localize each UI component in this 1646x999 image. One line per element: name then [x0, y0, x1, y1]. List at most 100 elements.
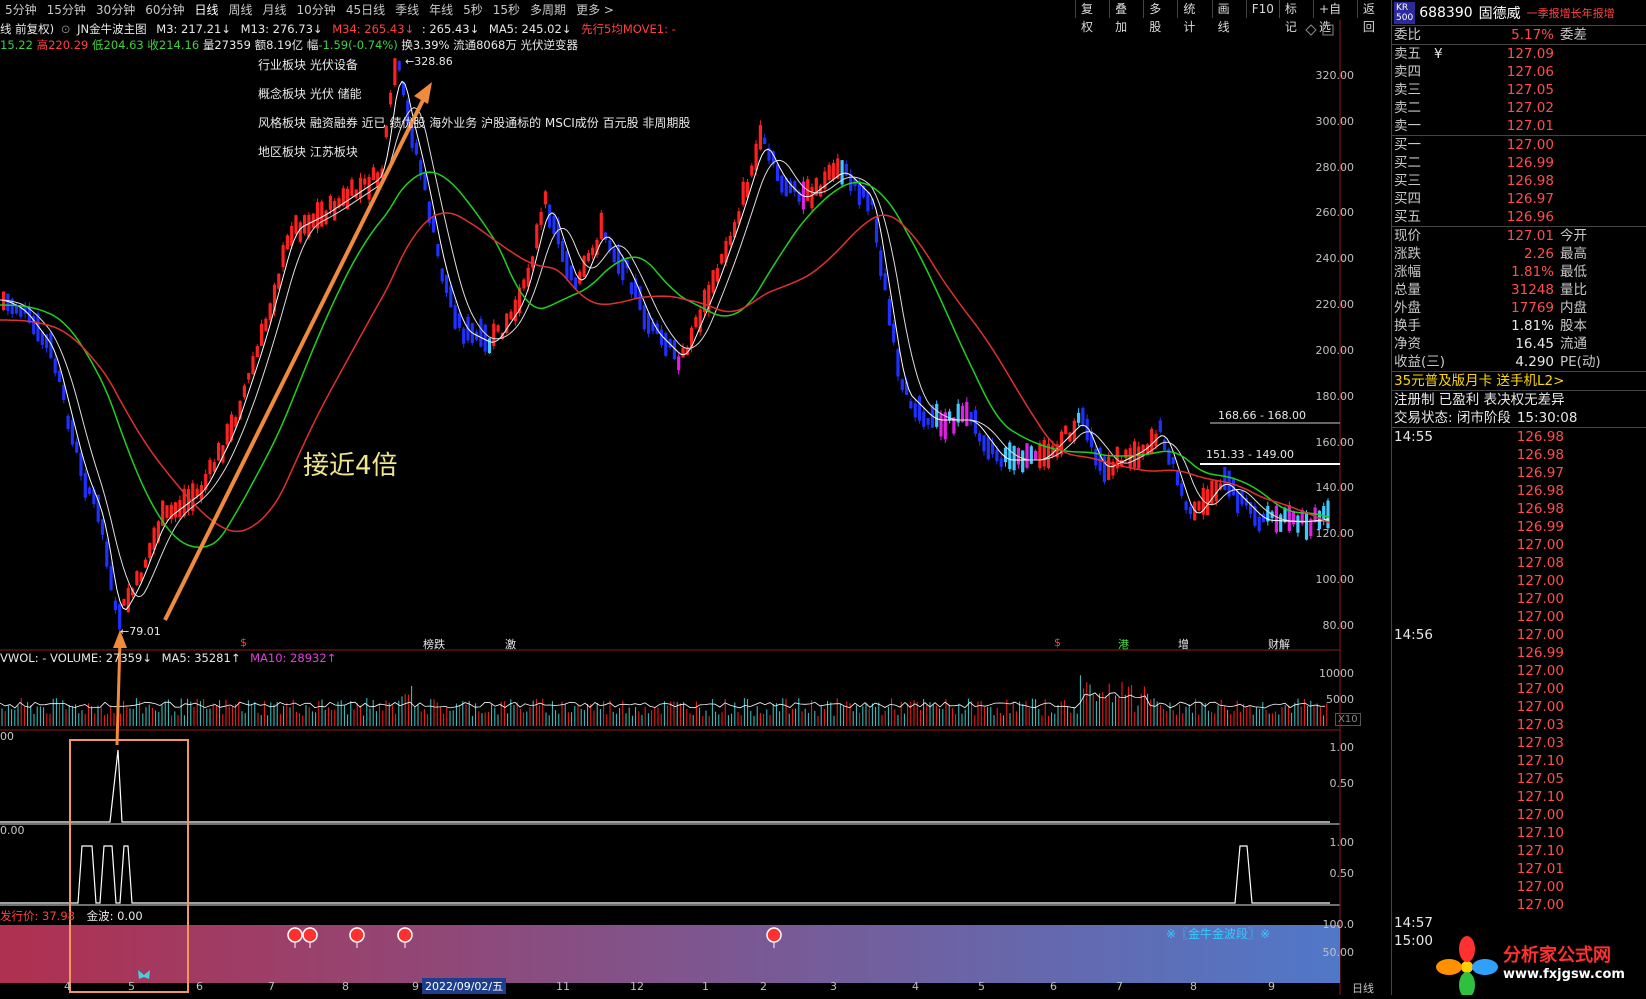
tick-row: 127.01 [1392, 860, 1646, 878]
sell-row[interactable]: 卖五 ¥127.09 [1392, 45, 1646, 63]
stat-label-2: 量比 [1560, 282, 1587, 298]
kline-chart[interactable] [0, 0, 1391, 995]
tick-row: 127.03 [1392, 716, 1646, 734]
tick-price: 126.97 [1516, 465, 1564, 481]
event-marker-4[interactable]: 港 [1118, 636, 1129, 652]
x-tick: 9 [1268, 980, 1275, 993]
tick-time [1392, 482, 1484, 500]
sell-row[interactable]: 卖一 127.01 [1392, 117, 1646, 135]
buy-row[interactable]: 买二 126.99 [1392, 154, 1646, 172]
buy-price: 126.96 [1506, 209, 1554, 225]
tick-time [1392, 536, 1484, 554]
stock-name[interactable]: 固德威 [1479, 3, 1521, 23]
buy-row[interactable]: 买三 126.98 [1392, 172, 1646, 190]
sell-row[interactable]: 卖四 127.06 [1392, 63, 1646, 81]
tick-price: 127.00 [1516, 573, 1564, 589]
vol-a: VWOL: - VOLUME: 27359↓ [0, 651, 152, 665]
tick-price: 127.00 [1516, 807, 1564, 823]
tick-time [1392, 500, 1484, 518]
event-marker-3[interactable]: $ [1054, 636, 1061, 649]
stat-label-2: 内盘 [1560, 300, 1587, 316]
event-marker-2[interactable]: 激 [505, 636, 516, 652]
stat-row: 总量 31248 量比 [1392, 281, 1646, 299]
tick-row: 127.00 [1392, 698, 1646, 716]
stat-label: 涨跌 [1394, 246, 1421, 262]
stat-row: 换手 1.81% 股本 [1392, 317, 1646, 335]
y-tick: 160.00 [1315, 435, 1355, 449]
buy-price: 127.00 [1506, 137, 1554, 153]
buy-price: 126.99 [1506, 155, 1554, 171]
event-marker-0[interactable]: $ [240, 636, 247, 649]
promo-row-1[interactable]: 35元普及版月卡 送手机L2> [1392, 372, 1646, 391]
event-marker-1[interactable]: 榜跌 [423, 636, 445, 652]
sell-book: 卖五 ¥127.09 卖四 127.06 卖三 127.05 卖二 127.02 卖一 127.0… [1392, 45, 1646, 136]
tick-list[interactable]: 14:55 126.98 126.98 126.97 126.98 126.98 126.9… [1392, 428, 1646, 950]
issue-price: 发行价: 37.98 [0, 909, 75, 923]
weicha-label: 委差 [1560, 27, 1587, 43]
sell-row[interactable]: 卖三 127.05 [1392, 81, 1646, 99]
sector-region: 地区板块 江苏板块 [258, 145, 358, 159]
tick-price: 126.98 [1516, 483, 1564, 499]
tick-price: 127.00 [1516, 627, 1564, 643]
tick-time [1392, 446, 1484, 464]
yen-icon: ¥ [1434, 46, 1443, 62]
x-tick: 7 [268, 980, 275, 993]
stat-label: 外盘 [1394, 300, 1421, 316]
tick-time [1392, 590, 1484, 608]
tick-row: 126.98 [1392, 482, 1646, 500]
x-tick: 7 [1116, 980, 1123, 993]
tick-row: 126.98 [1392, 446, 1646, 464]
tick-time [1392, 770, 1484, 788]
sell-row[interactable]: 卖二 127.02 [1392, 99, 1646, 117]
tick-row: 127.00 [1392, 896, 1646, 914]
tick-row: 126.99 [1392, 518, 1646, 536]
tick-price: 126.99 [1516, 519, 1564, 535]
tick-price: 127.03 [1516, 735, 1564, 751]
stat-label: 收益(三) [1394, 354, 1446, 370]
buy-row[interactable]: 买四 126.97 [1392, 190, 1646, 208]
tick-price [1484, 914, 1564, 932]
y-tick: 100.0 [1322, 918, 1355, 931]
promo-text-1[interactable]: 35元普及版月卡 送手机L2> [1394, 372, 1564, 390]
ad-text[interactable]: 一季报增长年报增 [1527, 5, 1615, 21]
y-tick: 10000 [1319, 667, 1354, 680]
promo-row-2[interactable]: 注册制 已盈利 表决权无差异 [1392, 391, 1646, 409]
tick-price: 126.98 [1516, 447, 1564, 463]
stat-label-2: 流通 [1560, 336, 1587, 352]
status-label: 交易状态: 闭市阶段 [1394, 410, 1511, 426]
ind-a-label: 00 [0, 730, 14, 743]
tick-row: 127.00 [1392, 680, 1646, 698]
tick-time [1392, 644, 1484, 662]
buy-row[interactable]: 买五 126.96 [1392, 208, 1646, 226]
stat-label: 换手 [1394, 318, 1421, 334]
x-tick: 11 [556, 980, 570, 993]
weibi-row: 委比 5.17% 委差 [1392, 26, 1646, 45]
ind2-header: 发行价: 37.98 金波: 0.00 [0, 908, 143, 924]
event-marker-6[interactable]: 财解 [1268, 636, 1290, 652]
tick-row: 126.97 [1392, 464, 1646, 482]
sell-label: 卖四 [1394, 64, 1421, 80]
x-tick: 8 [1190, 980, 1197, 993]
y-tick: 50.00 [1322, 946, 1355, 959]
tick-time [1392, 662, 1484, 680]
sector-industry: 行业板块 光伏设备 [258, 58, 358, 72]
sector-style: 风格板块 融资融券 近已 绩优股 海外业务 沪股通标的 MSCI成份 百元股 非… [258, 116, 691, 130]
tick-time [1392, 734, 1484, 752]
event-marker-5[interactable]: 增 [1178, 636, 1189, 652]
stat-label-2: 最低 [1560, 264, 1587, 280]
tick-row: 127.10 [1392, 752, 1646, 770]
volume-scale-badge[interactable]: X10 [1335, 713, 1361, 726]
period-label[interactable]: 日线 [1352, 980, 1374, 996]
buy-row[interactable]: 买一 127.00 [1392, 136, 1646, 154]
tick-price: 127.00 [1516, 897, 1564, 913]
stat-row: 收益(三) 4.290 PE(动) [1392, 353, 1646, 371]
y-tick: 300.00 [1315, 114, 1355, 128]
tick-price: 126.98 [1516, 429, 1564, 445]
y-tick: 220.00 [1315, 298, 1355, 312]
stat-label: 总量 [1394, 282, 1421, 298]
stat-value: 2.26 [1523, 246, 1554, 262]
x-tick: 8 [342, 980, 349, 993]
promo-text-2[interactable]: 注册制 已盈利 表决权无差异 [1394, 391, 1565, 409]
y-tick: 0.50 [1329, 867, 1355, 880]
tick-time [1392, 518, 1484, 536]
